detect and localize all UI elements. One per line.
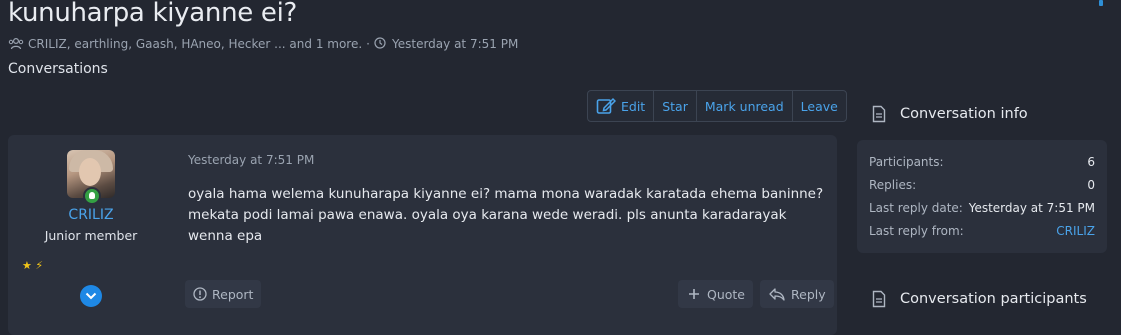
meta-separator: · bbox=[366, 37, 370, 51]
document-icon bbox=[872, 290, 886, 308]
breadcrumb[interactable]: Conversations bbox=[8, 61, 108, 77]
message-body: oyala hama welema kunuharapa kiyanne ei?… bbox=[188, 186, 824, 244]
thread-date[interactable]: Yesterday at 7:51 PM bbox=[392, 37, 518, 51]
info-label: Last reply date: bbox=[869, 201, 963, 215]
mark-unread-label: Mark unread bbox=[704, 98, 784, 114]
star-label: Star bbox=[662, 98, 688, 114]
report-icon bbox=[193, 287, 207, 301]
quote-button[interactable]: Quote bbox=[678, 280, 754, 308]
conversation-participants-heading: Conversation participants bbox=[872, 290, 1087, 308]
info-row-last-reply-date: Last reply date: Yesterday at 7:51 PM bbox=[869, 201, 1095, 221]
online-indicator-icon bbox=[83, 187, 101, 205]
quote-label: Quote bbox=[707, 286, 746, 302]
info-row-participants: Participants: 6 bbox=[869, 155, 1095, 175]
leave-label: Leave bbox=[800, 98, 838, 114]
document-icon bbox=[872, 105, 886, 123]
report-label: Report bbox=[212, 286, 254, 302]
conversation-info-title: Conversation info bbox=[900, 106, 1028, 122]
thread-meta: CRILIZ, earthling, Gaash, HAneo, Hecker … bbox=[8, 37, 518, 51]
participants-list[interactable]: CRILIZ, earthling, Gaash, HAneo, Hecker … bbox=[28, 37, 362, 51]
conversation-actions: Edit Star Mark unread Leave bbox=[587, 90, 847, 122]
edit-button[interactable]: Edit bbox=[588, 91, 655, 121]
plus-icon bbox=[689, 289, 699, 299]
info-value: 6 bbox=[1087, 155, 1095, 169]
mark-unread-button[interactable]: Mark unread bbox=[697, 91, 793, 121]
trophy-stars-icon: ★ ⚡ bbox=[22, 259, 44, 272]
conversation-info-heading: Conversation info bbox=[872, 105, 1028, 123]
message-user-column: CRILIZ Junior member ★ ⚡ bbox=[8, 135, 174, 335]
message-date[interactable]: Yesterday at 7:51 PM bbox=[188, 153, 314, 167]
edit-icon bbox=[596, 97, 616, 114]
message-card: CRILIZ Junior member ★ ⚡ Yesterday at 7:… bbox=[8, 135, 837, 335]
leave-button[interactable]: Leave bbox=[793, 91, 846, 121]
report-button[interactable]: Report bbox=[185, 280, 262, 308]
reply-label: Reply bbox=[791, 286, 826, 302]
info-value: 0 bbox=[1087, 178, 1095, 192]
users-icon bbox=[8, 37, 24, 51]
star-button[interactable]: Star bbox=[654, 91, 697, 121]
clock-icon bbox=[374, 37, 388, 51]
scroll-indicator bbox=[1099, 0, 1103, 6]
conversation-participants-title: Conversation participants bbox=[900, 291, 1087, 307]
info-value[interactable]: Yesterday at 7:51 PM bbox=[969, 201, 1095, 221]
reply-button[interactable]: Reply bbox=[760, 280, 834, 308]
info-label: Last reply from: bbox=[869, 224, 964, 238]
user-title: Junior member bbox=[44, 228, 138, 243]
page-title: kunuharpa kiyanne ei? bbox=[8, 0, 298, 28]
last-reply-user-link[interactable]: CRILIZ bbox=[1056, 224, 1095, 244]
info-label: Participants: bbox=[869, 155, 944, 169]
chevron-down-icon[interactable] bbox=[80, 285, 102, 307]
info-label: Replies: bbox=[869, 178, 917, 192]
info-row-last-reply-from: Last reply from: CRILIZ bbox=[869, 224, 1095, 244]
reply-icon bbox=[769, 288, 785, 301]
info-row-replies: Replies: 0 bbox=[869, 178, 1095, 198]
edit-label: Edit bbox=[621, 98, 646, 114]
message-username[interactable]: CRILIZ bbox=[8, 207, 174, 223]
conversation-info-box: Participants: 6 Replies: 0 Last reply da… bbox=[857, 140, 1107, 253]
